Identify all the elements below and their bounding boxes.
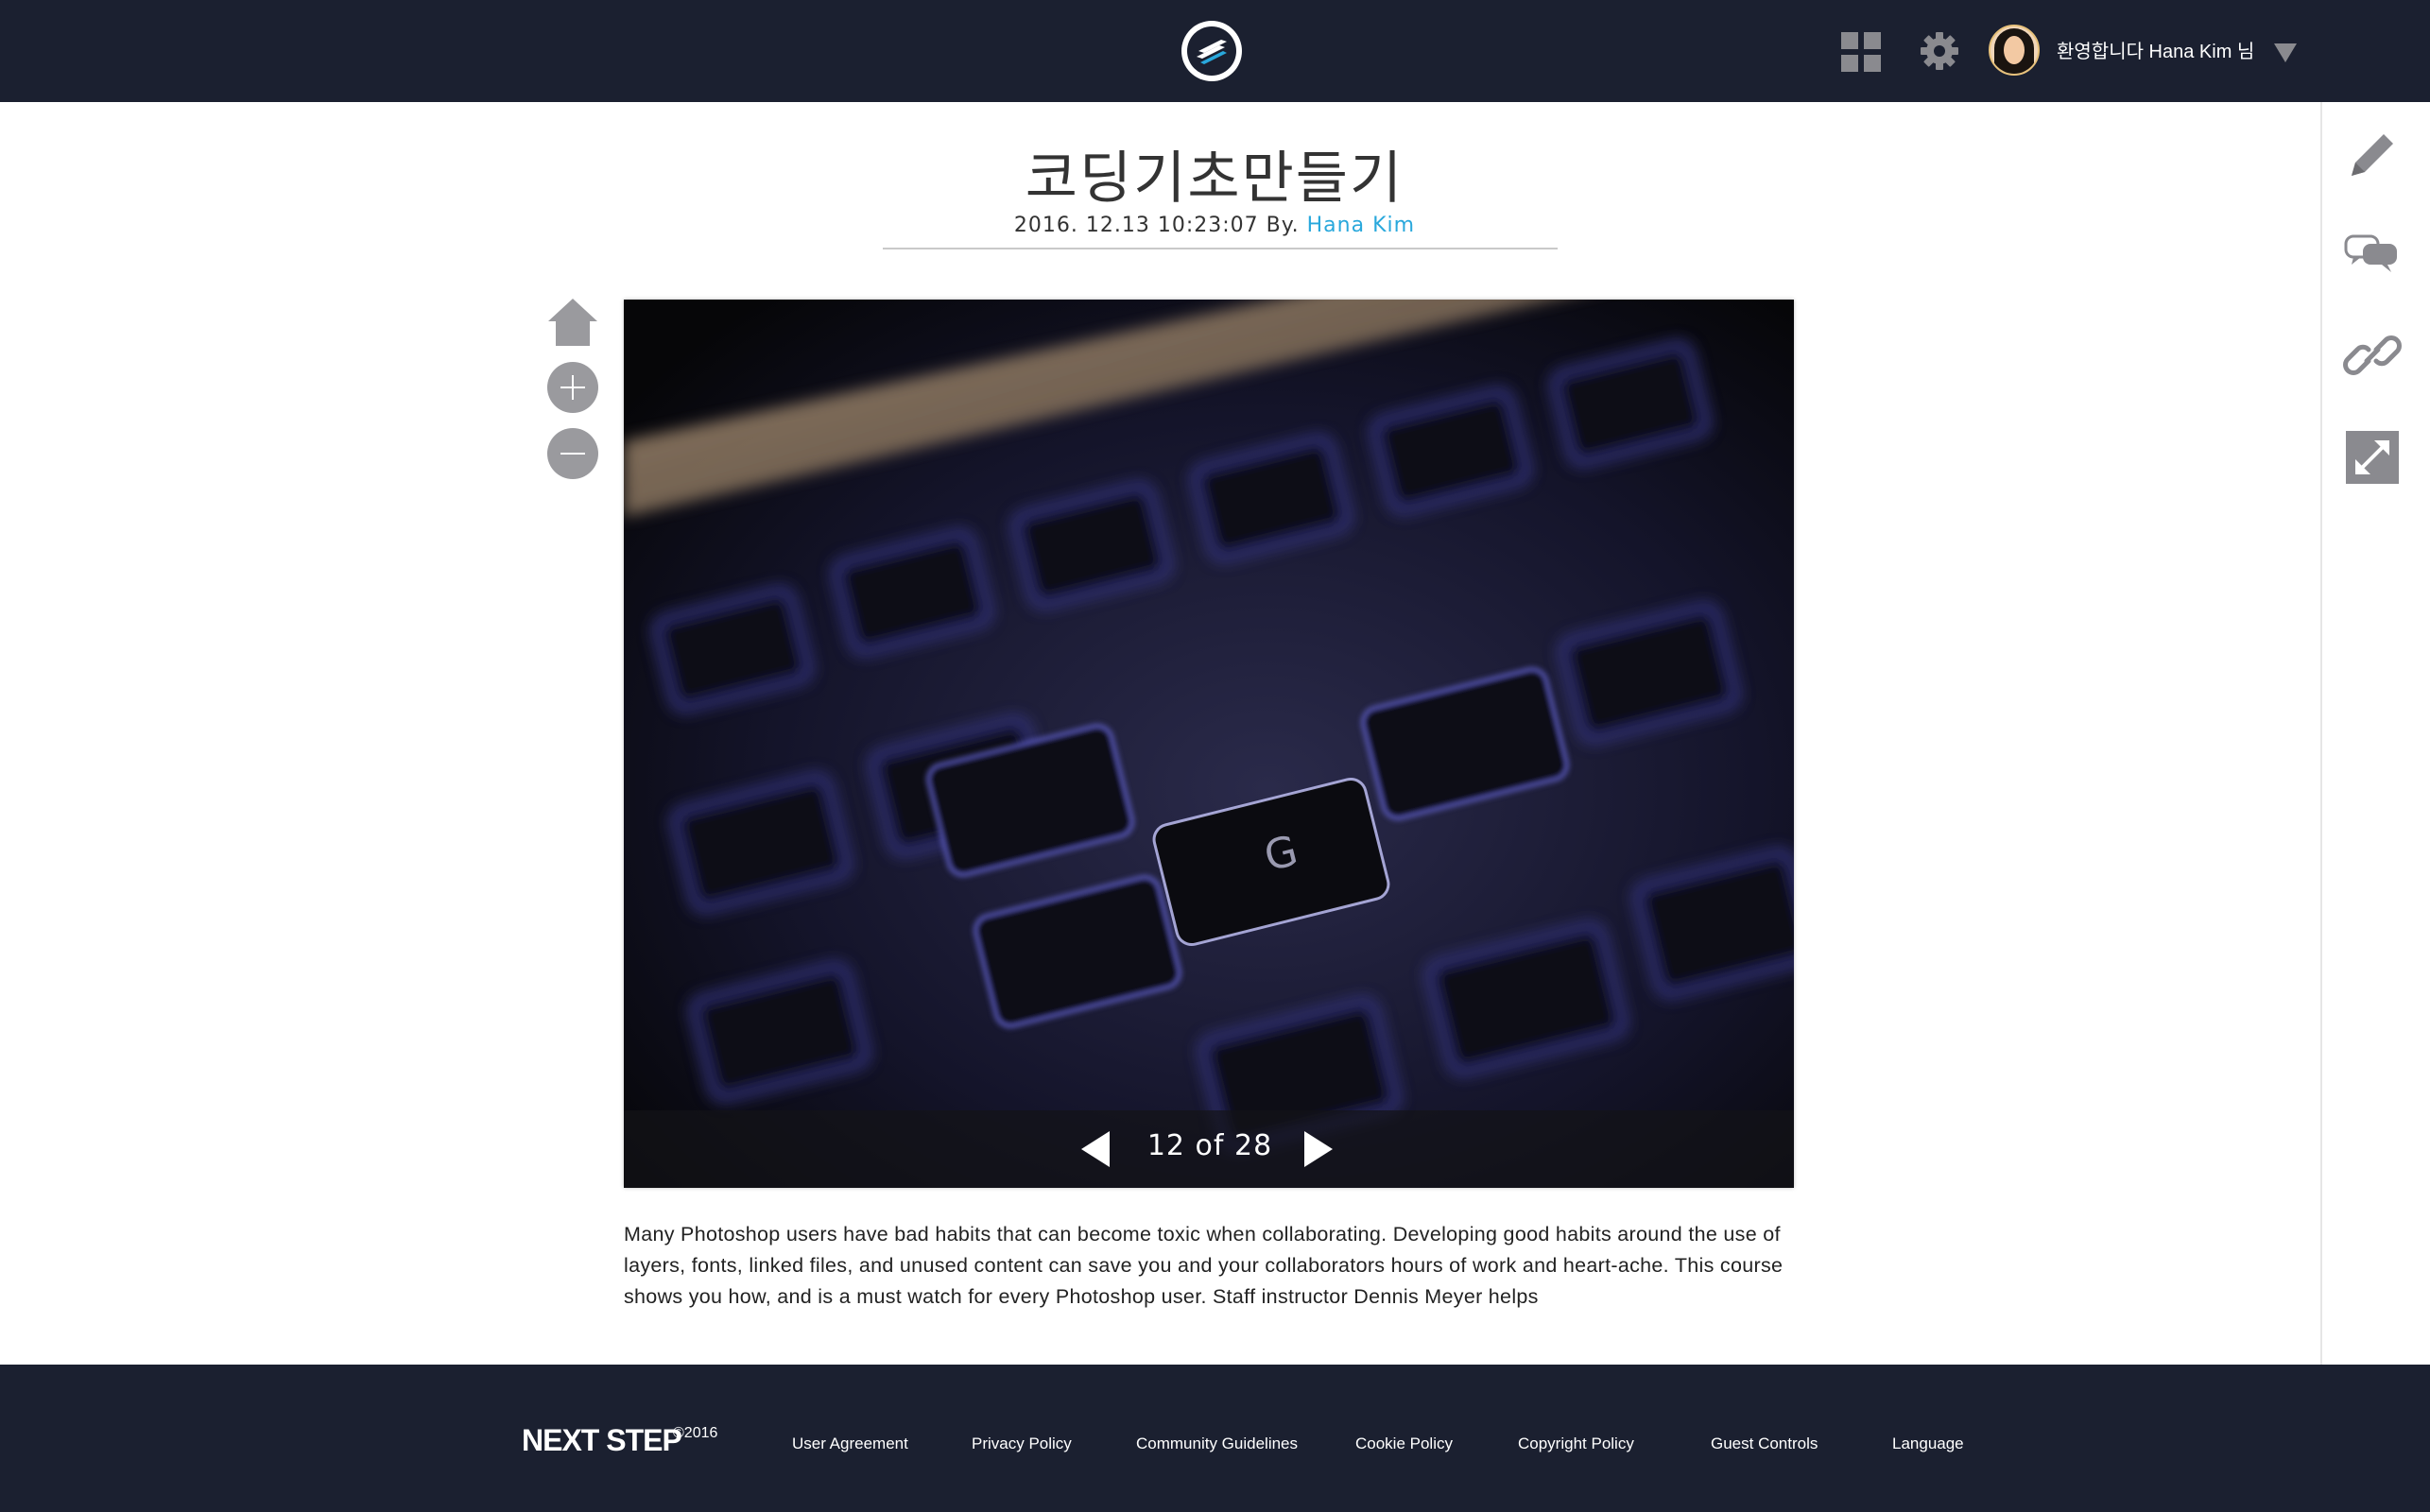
expand-icon[interactable] xyxy=(2342,427,2403,488)
zoom-out-icon[interactable] xyxy=(546,427,599,480)
home-icon[interactable] xyxy=(546,297,599,350)
keyboard-photo: G xyxy=(624,300,1794,1188)
apps-grid-icon[interactable] xyxy=(1841,32,1881,72)
footer-link-guest-controls[interactable]: Guest Controls xyxy=(1711,1435,1818,1453)
logo-inner xyxy=(1187,26,1236,76)
welcome-text: 환영합니다 Hana Kim 님 xyxy=(2057,42,2255,62)
avatar[interactable] xyxy=(1989,25,2040,76)
logo-icon[interactable] xyxy=(1181,21,1242,81)
image-viewer[interactable]: G 12 of 28 xyxy=(624,300,1794,1188)
page-title: 코딩기초만들기 xyxy=(1025,146,1405,212)
comment-icon[interactable] xyxy=(2342,225,2403,285)
footer-link-cookie-policy[interactable]: Cookie Policy xyxy=(1355,1435,1453,1453)
avatar-face xyxy=(2004,36,2025,64)
zoom-in-icon[interactable] xyxy=(546,361,599,414)
slide-pager: 12 of 28 xyxy=(624,1110,1794,1188)
title-divider xyxy=(883,248,1558,249)
footer: NEXT STEP ©2016 User Agreement Privacy P… xyxy=(0,1365,2430,1512)
prev-arrow-icon[interactable] xyxy=(1074,1127,1117,1171)
author-link[interactable]: Hana Kim xyxy=(1307,214,1415,237)
footer-link-language[interactable]: Language xyxy=(1892,1435,1964,1453)
logo-mark xyxy=(1197,40,1227,64)
top-navigation-bar: 환영합니다 Hana Kim 님 xyxy=(0,0,2430,102)
tool-rail-divider xyxy=(2320,102,2322,1365)
post-meta: 2016. 12.13 10:23:07 By. Hana Kim xyxy=(851,214,1578,237)
footer-link-community-guidelines[interactable]: Community Guidelines xyxy=(1136,1435,1298,1453)
slide-counter: 12 of 28 xyxy=(1146,1129,1273,1162)
footer-link-copyright-policy[interactable]: Copyright Policy xyxy=(1518,1435,1634,1453)
link-icon[interactable] xyxy=(2342,325,2403,386)
footer-brand: NEXT STEP xyxy=(522,1423,682,1457)
pencil-icon[interactable] xyxy=(2342,125,2403,185)
caret-down-icon[interactable] xyxy=(2274,43,2297,62)
post-description: Many Photoshop users have bad habits tha… xyxy=(624,1223,1784,1308)
gear-icon[interactable] xyxy=(1919,30,1960,72)
footer-link-user-agreement[interactable]: User Agreement xyxy=(792,1435,908,1453)
footer-copyright: ©2016 xyxy=(673,1425,718,1441)
user-menu[interactable]: 환영합니다 Hana Kim 님 xyxy=(1989,25,2301,77)
next-arrow-icon[interactable] xyxy=(1297,1127,1340,1171)
post-date: 2016. 12.13 10:23:07 By. xyxy=(1013,214,1300,237)
footer-link-privacy-policy[interactable]: Privacy Policy xyxy=(972,1435,1072,1453)
